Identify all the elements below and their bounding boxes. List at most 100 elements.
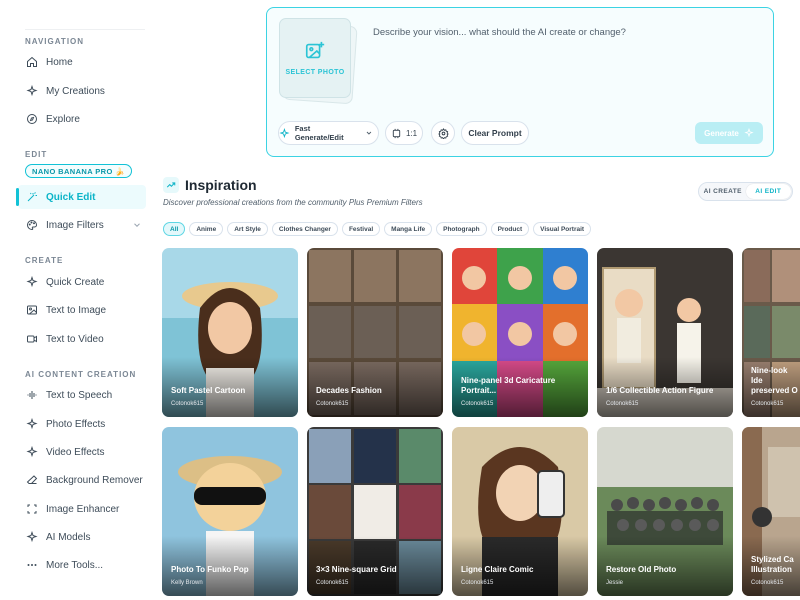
sidebar-item-text-to-image[interactable]: Text to Image — [18, 298, 146, 322]
prompt-input[interactable]: Describe your vision... what should the … — [373, 27, 626, 38]
sidebar: NAVIGATION Home My Creations Explore EDI… — [0, 0, 150, 600]
inspiration-card[interactable]: Ligne Claire Comic Cotonok615 — [452, 427, 588, 596]
sidebar-item-explore[interactable]: Explore — [18, 107, 146, 131]
inspiration-card[interactable]: 1/6 Collectible Action Figure Cotonok615 — [597, 248, 733, 417]
aspect-ratio-label: 1:1 — [405, 128, 418, 138]
sparkles-icon — [744, 128, 754, 138]
inspiration-card[interactable]: 3×3 Nine-square Grid Cotonok615 — [307, 427, 443, 596]
aspect-ratio-button[interactable]: 1:1 — [385, 121, 423, 145]
inspiration-card[interactable]: Soft Pastel Cartoon Cotonok615 — [162, 248, 298, 417]
card-title: Stylized Ca Illustration — [751, 555, 794, 574]
sidebar-item-quick-create[interactable]: Quick Create — [18, 270, 146, 294]
video-icon — [25, 332, 39, 346]
filter-chip-visual-portrait[interactable]: Visual Portrait — [533, 222, 592, 236]
add-image-icon — [305, 41, 325, 59]
sidebar-item-photo-effects[interactable]: Photo Effects — [18, 412, 146, 436]
sidebar-item-background-remover[interactable]: Background Remover — [18, 468, 146, 492]
sparkles-icon — [279, 127, 290, 138]
sidebar-item-video-effects[interactable]: Video Effects — [18, 440, 146, 464]
inspiration-card[interactable]: Photo To Funko Pop Kelly Brown — [162, 427, 298, 596]
photo-stack-front: SELECT PHOTO — [279, 18, 351, 98]
toggle-ai-edit[interactable]: AI EDIT — [745, 184, 791, 199]
sidebar-item-label: More Tools... — [46, 559, 104, 571]
mode-dropdown[interactable]: Fast Generate/Edit — [278, 121, 379, 145]
toggle-ai-create[interactable]: AI CREATE — [700, 184, 746, 199]
sidebar-item-label: Quick Create — [46, 276, 105, 288]
sparkles-icon — [25, 84, 39, 98]
filter-chip-product[interactable]: Product — [490, 222, 530, 236]
card-author: Cotonok615 — [316, 580, 349, 586]
sidebar-item-ai-models[interactable]: AI Models — [18, 525, 146, 549]
sidebar-item-label: Text to Speech — [46, 389, 113, 401]
sparkles-icon — [25, 275, 39, 289]
sidebar-item-more-tools[interactable]: More Tools... — [18, 553, 146, 577]
select-photo-button[interactable]: SELECT PHOTO — [279, 18, 358, 105]
card-author: Cotonok615 — [171, 401, 204, 407]
sidebar-item-label: Image Filters — [46, 219, 104, 231]
filter-chip-art-style[interactable]: Art Style — [227, 222, 268, 236]
filter-chip-anime[interactable]: Anime — [189, 222, 224, 236]
sidebar-item-my-creations[interactable]: My Creations — [18, 79, 146, 103]
section-label-ai-content: AI CONTENT CREATION — [25, 370, 137, 379]
card-author: Cotonok615 — [751, 580, 784, 586]
sidebar-item-label: Image Enhancer — [46, 503, 120, 515]
inspiration-card[interactable]: Decades Fashion Cotonok615 — [307, 248, 443, 417]
prompt-panel: SELECT PHOTO Describe your vision... wha… — [266, 7, 774, 157]
card-author: Cotonok615 — [316, 401, 349, 407]
sidebar-item-label: Text to Image — [46, 304, 107, 316]
clear-prompt-button[interactable]: Clear Prompt — [461, 121, 529, 145]
card-title: Nine-panel 3d Caricature Portrait... — [461, 376, 556, 395]
sidebar-item-home[interactable]: Home — [18, 50, 146, 74]
card-title: 1/6 Collectible Action Figure — [606, 386, 714, 395]
sidebar-item-image-filters[interactable]: Image Filters — [18, 213, 146, 237]
sidebar-item-label: Background Remover — [46, 474, 143, 486]
card-author: Cotonok615 — [461, 401, 494, 407]
sidebar-item-image-enhancer[interactable]: Image Enhancer — [18, 497, 146, 521]
filter-chip-clothes-changer[interactable]: Clothes Changer — [271, 222, 338, 236]
sparkles-icon — [25, 445, 39, 459]
speech-icon — [25, 388, 39, 402]
filter-chip-photograph[interactable]: Photograph — [436, 222, 487, 236]
aspect-ratio-icon — [392, 128, 401, 138]
home-icon — [25, 55, 39, 69]
card-title: Photo To Funko Pop — [171, 565, 249, 574]
filter-chip-festival[interactable]: Festival — [341, 222, 381, 236]
filter-chip-all[interactable]: All — [163, 222, 186, 236]
trending-icon — [163, 177, 179, 193]
card-title: Nine-look Ide preserved O — [751, 366, 798, 395]
card-author: Cotonok615 — [751, 401, 784, 407]
compass-icon — [25, 112, 39, 126]
section-label-edit: EDIT — [25, 150, 48, 159]
inspiration-card[interactable]: Nine-panel 3d Caricature Portrait... Cot… — [452, 248, 588, 417]
card-title: Decades Fashion — [316, 386, 382, 395]
card-title: Restore Old Photo — [606, 565, 677, 574]
sparkles-icon — [25, 530, 39, 544]
generate-label: Generate — [704, 128, 739, 138]
chevron-down-icon[interactable] — [132, 220, 142, 230]
card-title: 3×3 Nine-square Grid — [316, 565, 397, 574]
sidebar-item-text-to-video[interactable]: Text to Video — [18, 327, 146, 351]
generate-button[interactable]: Generate — [695, 122, 763, 144]
magic-wand-icon — [25, 190, 39, 204]
sparkles-icon — [25, 417, 39, 431]
card-author: Jessie — [606, 580, 624, 586]
sidebar-item-label: Home — [46, 56, 73, 68]
select-photo-label: SELECT PHOTO — [285, 69, 345, 76]
sidebar-divider — [25, 29, 145, 30]
chevron-down-icon — [366, 131, 372, 135]
settings-button[interactable] — [431, 121, 455, 145]
inspiration-card[interactable]: Restore Old Photo Jessie — [597, 427, 733, 596]
filter-chip-manga-life[interactable]: Manga Life — [384, 222, 433, 236]
inspiration-card[interactable]: Nine-look Ide preserved O Cotonok615 — [742, 248, 800, 417]
more-dots-icon — [25, 558, 39, 572]
palette-icon — [25, 218, 39, 232]
sidebar-item-text-to-speech[interactable]: Text to Speech — [18, 383, 146, 407]
inspiration-card[interactable]: Stylized Ca Illustration Cotonok615 — [742, 427, 800, 596]
sidebar-item-label: Quick Edit — [46, 191, 96, 203]
card-title: Ligne Claire Comic — [461, 565, 534, 574]
sidebar-item-label: My Creations — [46, 85, 105, 97]
section-label-navigation: NAVIGATION — [25, 37, 85, 46]
sidebar-item-quick-edit[interactable]: Quick Edit — [16, 185, 146, 209]
nano-banana-badge: NANO BANANA PRO 🍌 — [25, 164, 132, 178]
sidebar-item-label: Explore — [46, 113, 80, 125]
